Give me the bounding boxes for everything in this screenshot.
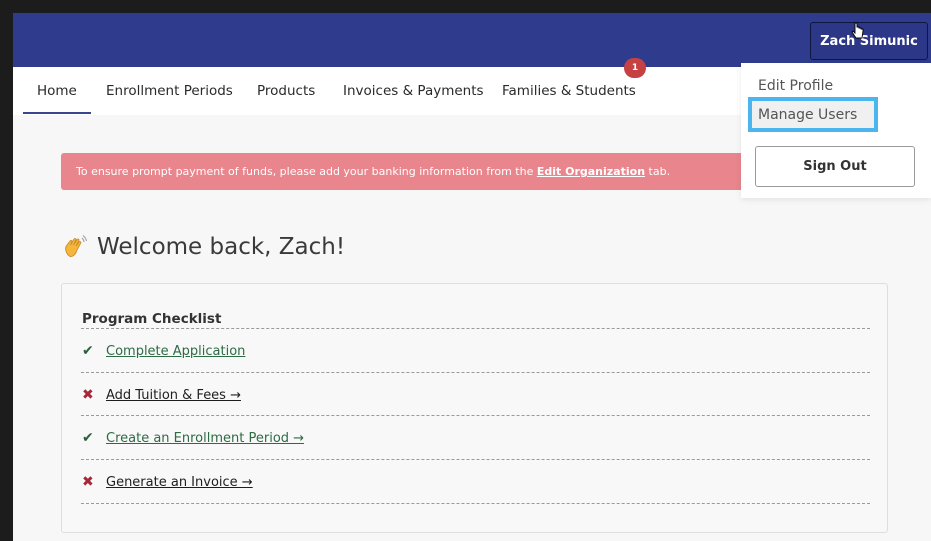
nav-tab-products[interactable]: Products	[257, 67, 315, 115]
alert-text-after: tab.	[645, 165, 671, 178]
manage-users-menu-item[interactable]: Manage Users	[758, 107, 857, 123]
divider	[81, 372, 870, 373]
user-dropdown-menu: Edit Profile Manage Users Sign Out	[741, 63, 931, 198]
complete-application-link[interactable]: Complete Application	[106, 344, 245, 359]
waving-hand-icon	[65, 235, 87, 257]
welcome-text: Welcome back, Zach!	[97, 234, 346, 260]
checklist-item: ✖ Add Tuition & Fees →	[82, 383, 241, 407]
checklist-item: ✔ Complete Application	[82, 339, 245, 363]
active-tab-indicator	[23, 112, 91, 114]
checklist-item: ✔ Create an Enrollment Period →	[82, 426, 304, 450]
program-checklist-card: Program Checklist ✔ Complete Application…	[61, 283, 888, 533]
top-header: Zach Simunic	[13, 13, 931, 67]
notification-badge: 1	[624, 58, 646, 78]
generate-invoice-link[interactable]: Generate an Invoice →	[106, 475, 253, 490]
add-tuition-fees-link[interactable]: Add Tuition & Fees →	[106, 388, 241, 403]
app-window: Zach Simunic Home Enrollment Periods Pro…	[13, 13, 931, 541]
divider	[81, 415, 870, 416]
nav-tab-home[interactable]: Home	[37, 67, 77, 115]
window-frame: Zach Simunic Home Enrollment Periods Pro…	[0, 0, 931, 541]
nav-tab-invoices-payments[interactable]: Invoices & Payments	[343, 67, 484, 115]
sign-out-button[interactable]: Sign Out	[755, 146, 915, 187]
cross-icon: ✖	[82, 474, 94, 490]
edit-organization-link[interactable]: Edit Organization	[537, 165, 645, 178]
divider	[81, 459, 870, 460]
checkmark-icon: ✔	[82, 430, 94, 446]
checklist-title: Program Checklist	[82, 311, 222, 327]
cross-icon: ✖	[82, 387, 94, 403]
checklist-item: ✖ Generate an Invoice →	[82, 470, 253, 494]
alert-text-before: To ensure prompt payment of funds, pleas…	[76, 165, 537, 178]
banking-alert: To ensure prompt payment of funds, pleas…	[61, 153, 761, 190]
create-enrollment-period-link[interactable]: Create an Enrollment Period →	[106, 431, 304, 446]
welcome-heading: Welcome back, Zach!	[61, 229, 345, 265]
user-menu-button[interactable]: Zach Simunic	[810, 22, 928, 60]
checkmark-icon: ✔	[82, 343, 94, 359]
divider	[81, 328, 870, 329]
nav-tab-enrollment-periods[interactable]: Enrollment Periods	[106, 67, 233, 115]
divider	[81, 503, 870, 504]
edit-profile-menu-item[interactable]: Edit Profile	[758, 78, 833, 94]
nav-tab-families-students[interactable]: Families & Students	[502, 67, 636, 115]
